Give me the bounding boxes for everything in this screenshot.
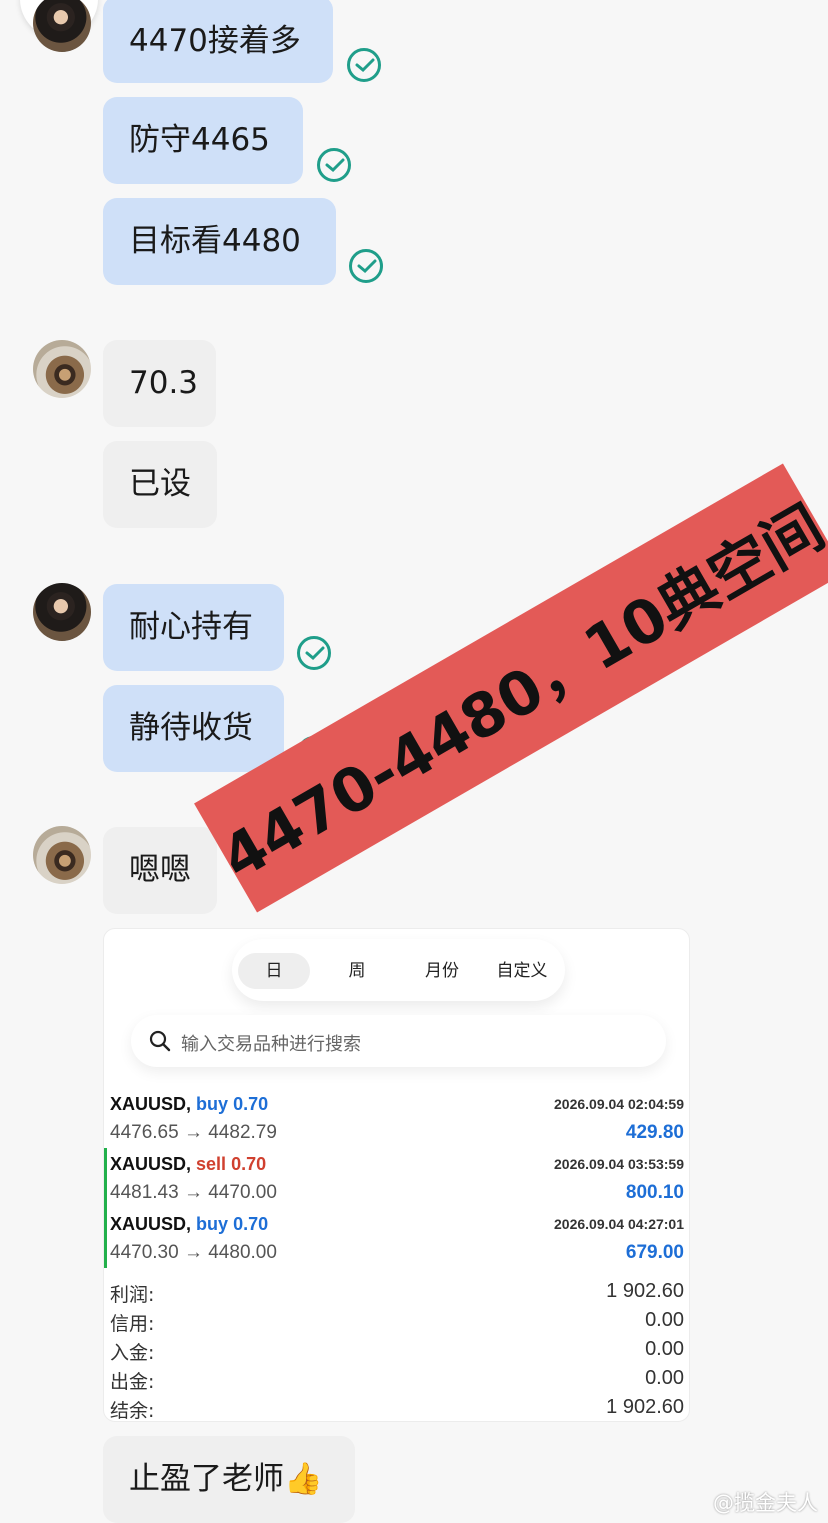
selection-bar [104, 1208, 107, 1268]
message-text: 70.3 [129, 365, 199, 401]
summary-label: 结余: [110, 1400, 155, 1422]
message-text: 嗯嗯 [129, 852, 191, 888]
message-bubble[interactable]: 4470接着多 [103, 0, 333, 83]
message-text: 目标看4480 [129, 223, 301, 259]
message-text: 耐心持有 [129, 609, 253, 645]
period-tabs: 日 周 月份 自定义 [232, 939, 565, 1001]
trade-prices: 4481.43 → 4470.00 [110, 1182, 277, 1203]
selection-bar [104, 1148, 107, 1208]
summary-label: 利润: [110, 1284, 155, 1306]
read-check-icon [349, 249, 383, 283]
message-text: 静待收货 [129, 710, 253, 746]
message-bubble[interactable]: 嗯嗯 [103, 827, 217, 914]
message-text: 防守4465 [129, 122, 270, 158]
message-bubble[interactable]: 防守4465 [103, 97, 303, 184]
trade-lots: 0.70 [233, 1094, 269, 1114]
trade-direction: sell [196, 1154, 227, 1174]
trade-direction: buy [196, 1094, 229, 1114]
summary-label: 信用: [110, 1313, 155, 1335]
avatar[interactable] [33, 583, 91, 641]
tab-month[interactable]: 月份 [407, 953, 477, 989]
read-check-icon [347, 48, 381, 82]
avatar[interactable] [33, 0, 91, 52]
read-check-icon [297, 636, 331, 670]
trade-history-image[interactable]: 日 周 月份 自定义 输入交易品种进行搜索 XAUUSD, buy 0.70 2… [103, 928, 690, 1422]
trade-time: 2026.09.04 02:04:59 [554, 1096, 684, 1112]
trade-symbol: XAUUSD, buy 0.70 [110, 1094, 269, 1114]
message-bubble[interactable]: 止盈了老师👍 [103, 1436, 355, 1523]
annotation-banner: 4470-4480，10典空间 [194, 463, 828, 913]
watermark: @揽金夫人 [713, 1491, 818, 1515]
avatar[interactable] [33, 826, 91, 884]
trade-symbol: XAUUSD, buy 0.70 [110, 1214, 269, 1234]
trade-profit: 429.80 [625, 1122, 684, 1143]
message-bubble[interactable]: 目标看4480 [103, 198, 336, 285]
trade-direction: buy [196, 1214, 229, 1234]
message-text: 已设 [129, 466, 191, 502]
summary-value: 1 902.60 [606, 1280, 684, 1302]
read-check-icon [317, 148, 351, 182]
trade-time: 2026.09.04 04:27:01 [554, 1216, 684, 1232]
summary-value: 1 902.60 [606, 1396, 684, 1418]
search-input[interactable]: 输入交易品种进行搜索 [131, 1015, 666, 1067]
message-bubble[interactable]: 已设 [103, 441, 217, 528]
trade-prices: 4470.30 → 4480.00 [110, 1242, 277, 1263]
trade-profit: 679.00 [625, 1242, 684, 1263]
summary-value: 0.00 [645, 1367, 684, 1389]
message-bubble[interactable]: 70.3 [103, 340, 216, 427]
summary-value: 0.00 [645, 1309, 684, 1331]
tab-week[interactable]: 周 [322, 953, 392, 989]
trade-lots: 0.70 [233, 1214, 269, 1234]
trade-symbol: XAUUSD, sell 0.70 [110, 1154, 267, 1174]
annotation-text: 4470-4480，10典空间 [209, 491, 828, 894]
trade-prices: 4476.65 → 4482.79 [110, 1122, 277, 1143]
tab-day[interactable]: 日 [238, 953, 310, 989]
tab-custom[interactable]: 自定义 [487, 953, 557, 989]
message-bubble[interactable]: 静待收货 [103, 685, 284, 772]
trade-lots: 0.70 [231, 1154, 267, 1174]
message-text: 止盈了老师👍 [129, 1461, 323, 1497]
avatar[interactable] [33, 340, 91, 398]
message-text: 4470接着多 [129, 23, 301, 59]
search-icon [149, 1030, 171, 1052]
summary-label: 入金: [110, 1342, 155, 1364]
trade-time: 2026.09.04 03:53:59 [554, 1156, 684, 1172]
message-bubble[interactable]: 耐心持有 [103, 584, 284, 671]
summary-value: 0.00 [645, 1338, 684, 1360]
search-placeholder: 输入交易品种进行搜索 [181, 1034, 361, 1055]
trade-profit: 800.10 [625, 1182, 684, 1203]
summary-label: 出金: [110, 1371, 155, 1393]
